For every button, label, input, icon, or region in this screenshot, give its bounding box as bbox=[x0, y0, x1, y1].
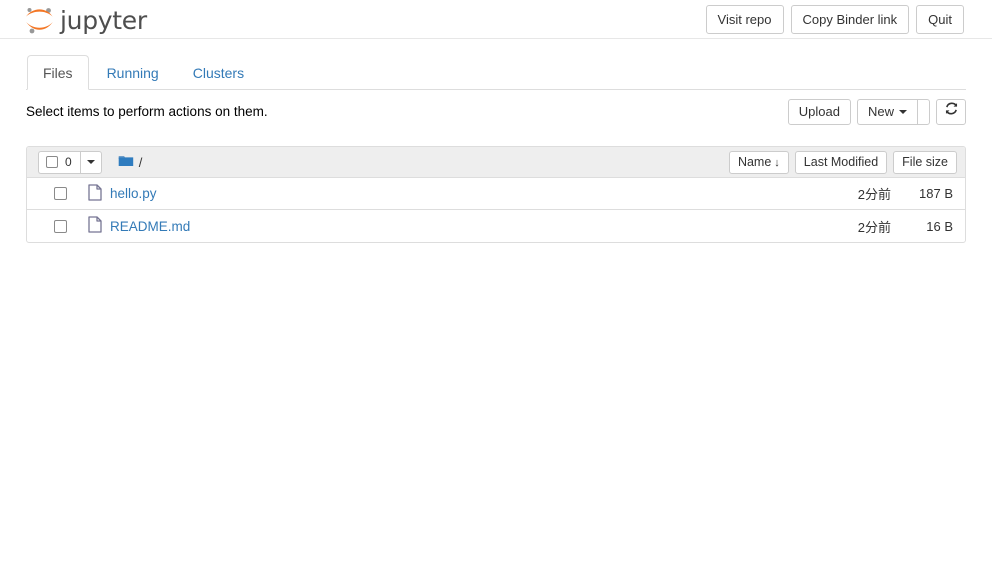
file-icon bbox=[88, 216, 102, 236]
chevron-down-icon bbox=[86, 160, 95, 164]
jupyter-brand[interactable]: jupyter bbox=[22, 2, 147, 38]
chevron-down-icon bbox=[899, 110, 907, 114]
file-icon bbox=[88, 183, 102, 204]
file-name-link[interactable]: README.md bbox=[110, 219, 190, 234]
new-button[interactable]: New bbox=[856, 99, 917, 125]
sort-by-name-button[interactable]: Name ↓ bbox=[728, 151, 789, 174]
selected-count: 0 bbox=[65, 155, 72, 169]
select-items-hint: Select items to perform actions on them. bbox=[26, 104, 268, 119]
file-list: 0 / Name ↓ Last Modified File size hello… bbox=[26, 146, 966, 243]
copy-binder-link-button[interactable]: Copy Binder link bbox=[790, 5, 910, 34]
row-meta: 2分前 16 B bbox=[795, 217, 953, 236]
file-action-toolbar: Select items to perform actions on them.… bbox=[26, 99, 966, 133]
main-tab-bar: Files Running Clusters bbox=[0, 55, 992, 90]
row-meta: 2分前 187 B bbox=[795, 184, 953, 203]
jupyter-wordmark: jupyter bbox=[60, 5, 147, 35]
folder-icon bbox=[118, 154, 134, 171]
new-dropdown-group: New bbox=[856, 99, 930, 125]
refresh-button[interactable] bbox=[936, 99, 966, 125]
tab-running[interactable]: Running bbox=[91, 55, 175, 90]
quit-button[interactable]: Quit bbox=[916, 5, 964, 34]
refresh-icon bbox=[944, 100, 959, 124]
visit-repo-button[interactable]: Visit repo bbox=[705, 5, 784, 34]
new-button-label: New bbox=[867, 104, 894, 119]
sort-by-file-size-button[interactable]: File size bbox=[893, 151, 957, 174]
sort-by-last-modified-button[interactable]: Last Modified bbox=[794, 151, 888, 174]
breadcrumb: / bbox=[118, 154, 143, 171]
file-modified: 2分前 bbox=[857, 187, 891, 202]
file-name-link[interactable]: hello.py bbox=[110, 186, 157, 201]
row-checkbox[interactable] bbox=[54, 187, 67, 200]
file-modified: 2分前 bbox=[857, 219, 891, 235]
new-dropdown-toggle[interactable] bbox=[917, 99, 930, 125]
toolbar-button-group: Upload New bbox=[787, 99, 966, 125]
select-all-group: 0 bbox=[38, 150, 102, 174]
tab-files[interactable]: Files bbox=[27, 55, 89, 90]
sort-direction-icon: ↓ bbox=[774, 157, 780, 169]
select-all-checkbox[interactable] bbox=[46, 156, 58, 168]
jupyter-logo-icon bbox=[22, 4, 56, 36]
file-list-header: 0 / Name ↓ Last Modified File size bbox=[27, 147, 965, 178]
select-all-dropdown-toggle[interactable] bbox=[79, 150, 102, 174]
file-size: 187 B bbox=[919, 186, 953, 201]
sort-name-label: Name bbox=[737, 155, 772, 169]
select-all-button[interactable]: 0 bbox=[38, 150, 80, 174]
sort-button-group: Name ↓ Last Modified File size bbox=[728, 151, 957, 174]
page-header: jupyter Visit repo Copy Binder link Quit bbox=[0, 0, 992, 39]
row-checkbox[interactable] bbox=[54, 219, 67, 233]
table-row[interactable]: hello.py 2分前 187 B bbox=[27, 178, 965, 210]
tab-clusters[interactable]: Clusters bbox=[177, 55, 260, 90]
header-button-group: Visit repo Copy Binder link Quit bbox=[705, 5, 964, 34]
upload-button[interactable]: Upload bbox=[787, 99, 851, 125]
table-row[interactable]: README.md 2分前 16 B bbox=[27, 210, 965, 242]
file-size: 16 B bbox=[926, 218, 953, 234]
breadcrumb-root-link[interactable]: / bbox=[139, 155, 143, 170]
